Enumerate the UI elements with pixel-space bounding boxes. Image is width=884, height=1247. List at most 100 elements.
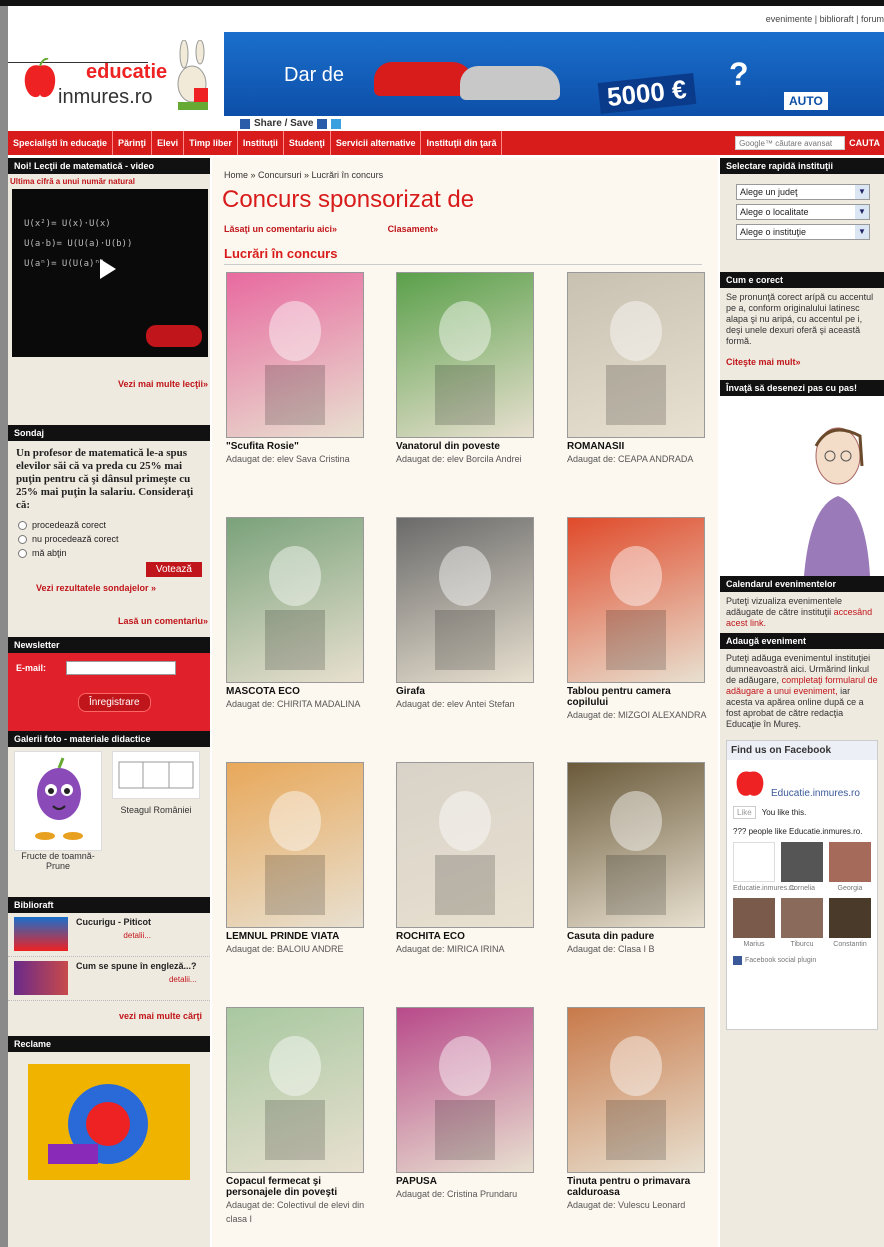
fb-person[interactable]: Tiburcu [781, 898, 823, 948]
fb-person[interactable]: Cornelia [781, 842, 823, 892]
entry-photo[interactable] [567, 762, 705, 928]
share-save-button[interactable]: Share / Save [240, 118, 342, 129]
book-details-link[interactable]: detalii... [76, 931, 151, 940]
book-item[interactable]: Cum se spune în engleză...? detalii... [8, 957, 210, 1001]
ad-image[interactable] [28, 1064, 190, 1180]
banner-brand: AUTO [784, 92, 828, 110]
nav-studenti[interactable]: Studenţi [284, 131, 331, 155]
entry-title[interactable]: Tinuta pentru o primavara calduroasa [567, 1176, 707, 1198]
photo-placeholder-icon [606, 301, 666, 425]
entry-author: Adaugat de: elev Borcila Andrei [396, 454, 522, 464]
entry-title[interactable]: MASCOTA ECO [226, 686, 366, 697]
entry-photo[interactable] [226, 1007, 364, 1173]
entry-photo[interactable] [396, 272, 534, 438]
nav-specialisti[interactable]: Specialişti în educaţie [8, 131, 114, 155]
nav-parinti[interactable]: Părinţi [113, 131, 153, 155]
nav-institutii[interactable]: Instituţii [238, 131, 284, 155]
entry-title[interactable]: PAPUSA [396, 1176, 536, 1187]
play-icon[interactable] [100, 259, 116, 279]
entry-photo[interactable] [226, 272, 364, 438]
poll-comment-link[interactable]: Lasă un comentariu» [118, 616, 208, 626]
radio-icon[interactable] [18, 520, 27, 530]
fb-person[interactable]: Educatie.inmures.ro [733, 842, 795, 892]
ad-banner[interactable]: Dar de 5000 € ? AUTO [224, 32, 884, 116]
register-button[interactable]: Înregistrare [78, 693, 151, 712]
entry-photo[interactable] [567, 272, 705, 438]
entry-photo[interactable] [567, 1007, 705, 1173]
book-title[interactable]: Cum se spune în engleză...? [76, 961, 197, 971]
poll-option[interactable]: nu procedează corect [8, 532, 210, 546]
search-input[interactable] [735, 136, 846, 150]
entry-title[interactable]: ROCHITA ECO [396, 931, 536, 942]
entry-card[interactable]: PAPUSA Adaugat de: Cristina Prundaru [396, 1007, 536, 1201]
locality-select[interactable]: Alege o localitate ▼ [736, 204, 870, 220]
email-field[interactable] [66, 661, 176, 675]
entry-card[interactable]: ROCHITA ECO Adaugat de: MIRICA IRINA [396, 762, 536, 956]
books-more-link[interactable]: vezi mai multe cărţi [119, 1011, 202, 1021]
entry-card[interactable]: "Scufita Rosie" Adaugat de: elev Sava Cri… [226, 272, 366, 466]
poll-results-link[interactable]: Vezi rezultatele sondajelor » [36, 583, 156, 593]
entry-card[interactable]: Tinuta pentru o primavara calduroasa Adau… [567, 1007, 707, 1212]
left-sidebar: Noi! Lecţii de matematică - video Ultima… [8, 158, 210, 1247]
chevron-down-icon: ▼ [855, 205, 869, 219]
entry-card[interactable]: Girafa Adaugat de: elev Antei Stefan [396, 517, 536, 711]
fb-page-link[interactable]: Educatie.inmures.ro [771, 788, 860, 800]
book-details-link[interactable]: detalii... [76, 975, 197, 984]
entry-photo[interactable] [396, 1007, 534, 1173]
nav-timp-liber[interactable]: Timp liber [184, 131, 238, 155]
radio-icon[interactable] [18, 534, 27, 544]
entry-photo[interactable] [567, 517, 705, 683]
ranking-link[interactable]: Clasament» [388, 224, 439, 234]
county-select[interactable]: Alege un judeţ ▼ [736, 184, 870, 200]
entry-title[interactable]: Copacul fermecat şi personajele din pove… [226, 1176, 366, 1198]
lessons-more-link[interactable]: Vezi mai multe lecţii» [118, 379, 208, 389]
nav-elevi[interactable]: Elevi [152, 131, 185, 155]
entry-card[interactable]: ROMANASII Adaugat de: CEAPA ANDRADA [567, 272, 707, 466]
fb-like-button[interactable]: Like [733, 806, 756, 819]
entry-title[interactable]: LEMNUL PRINDE VIATA [226, 931, 366, 942]
entry-photo[interactable] [226, 762, 364, 928]
book-title[interactable]: Cucurigu - Piticot [76, 917, 151, 927]
institution-select[interactable]: Alege o instituţie ▼ [736, 224, 870, 240]
top-links[interactable]: evenimente | biblioraft | forum [766, 14, 884, 24]
entry-card[interactable]: Tablou pentru camera copilului Adaugat de… [567, 517, 707, 722]
book-item[interactable]: Cucurigu - Piticot detalii... [8, 913, 210, 957]
nav-servicii[interactable]: Servicii alternative [331, 131, 422, 155]
breadcrumb[interactable]: Home » Concursuri » Lucrări în concurs [224, 170, 383, 180]
fb-count: ??? people like Educatie.inmures.ro. [733, 827, 863, 836]
comment-link[interactable]: Lăsaţi un comentariu aici» [224, 224, 337, 234]
entry-photo[interactable] [396, 517, 534, 683]
entry-title[interactable]: Girafa [396, 686, 536, 697]
vote-button[interactable]: Votează [145, 562, 202, 577]
search-button[interactable]: CAUTA [849, 138, 880, 148]
entry-card[interactable]: MASCOTA ECO Adaugat de: CHIRITA MADALINA [226, 517, 366, 711]
vote-wrap: Votează [8, 560, 210, 579]
correct-more-link[interactable]: Citeşte mai mult» [726, 357, 801, 367]
gallery-header: Galerii foto - materiale didactice [8, 731, 210, 747]
entry-title[interactable]: Casuta din padure [567, 931, 707, 942]
fb-person[interactable]: Georgia [829, 842, 871, 892]
entry-card[interactable]: Casuta din padure Adaugat de: Clasa I B [567, 762, 707, 956]
fb-person[interactable]: Marius [733, 898, 775, 948]
entry-title[interactable]: Tablou pentru camera copilului [567, 686, 707, 708]
fb-person[interactable]: Constantin [829, 898, 871, 948]
lessons-subtitle[interactable]: Ultima cifră a unui număr natural [8, 174, 210, 189]
nav-institutii-tara[interactable]: Instituţii din ţară [421, 131, 503, 155]
entry-photo[interactable] [396, 762, 534, 928]
radio-icon[interactable] [18, 548, 27, 558]
poll-option[interactable]: mă abţin [8, 546, 210, 560]
share-icon [240, 118, 250, 129]
poll-option[interactable]: procedează corect [8, 518, 210, 532]
gallery-item[interactable]: Fructe de toamnă-Prune [14, 751, 102, 893]
entry-title[interactable]: Vanatorul din poveste [396, 441, 536, 452]
entry-photo[interactable] [226, 517, 364, 683]
entry-card[interactable]: Copacul fermecat şi personajele din pove… [226, 1007, 366, 1226]
video-player[interactable]: U(x²)= U(x)·U(x) U(a·b)= U(U(a)·U(b)) U(… [12, 189, 208, 357]
draw-image[interactable] [720, 396, 884, 576]
entry-title[interactable]: ROMANASII [567, 441, 707, 452]
calendar-desc: Puteţi vizualiza evenimentele adăugate d… [726, 596, 843, 617]
entry-card[interactable]: LEMNUL PRINDE VIATA Adaugat de: BALOIU AN… [226, 762, 366, 956]
entry-card[interactable]: Vanatorul din poveste Adaugat de: elev Bo… [396, 272, 536, 466]
entry-title[interactable]: "Scufita Rosie" [226, 441, 366, 452]
gallery-item[interactable]: Steagul României [112, 751, 200, 893]
